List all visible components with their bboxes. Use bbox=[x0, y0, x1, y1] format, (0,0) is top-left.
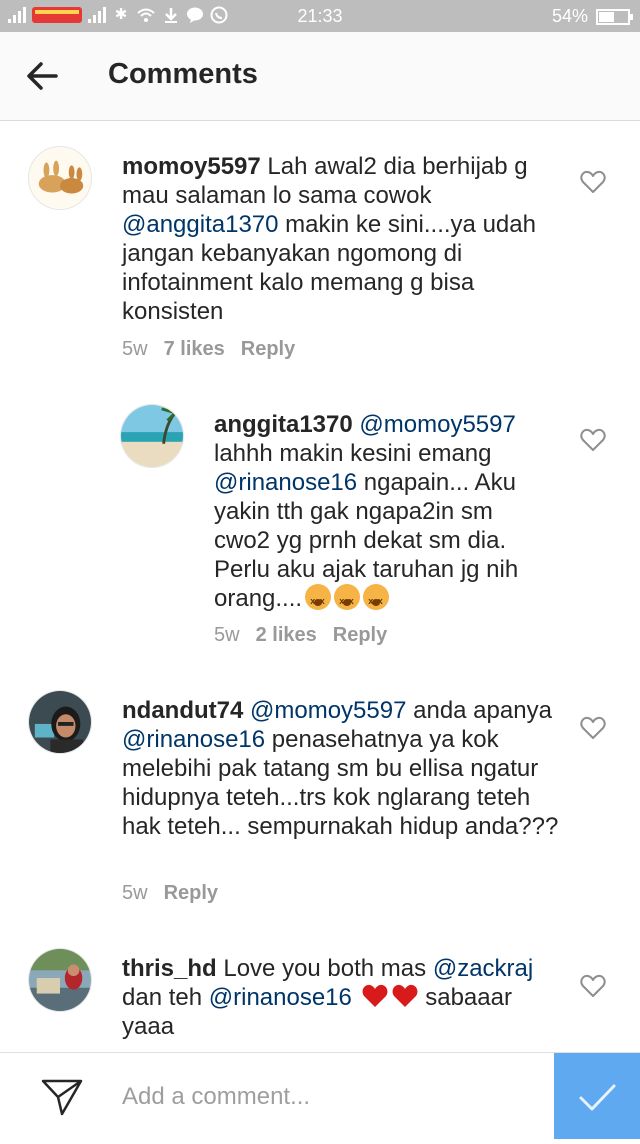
heart-icon[interactable] bbox=[580, 716, 606, 740]
astonished-emoji-icon bbox=[363, 584, 390, 616]
comment-text: Love you both mas bbox=[216, 955, 433, 982]
post-comment-button[interactable] bbox=[554, 1053, 640, 1139]
comment-meta: 5w Reply bbox=[122, 882, 234, 905]
mention-link[interactable]: @momoy5597 bbox=[250, 697, 406, 724]
mention-link[interactable]: @zackraj bbox=[433, 955, 533, 982]
comment-meta: 5w 2 likes Reply bbox=[214, 624, 403, 647]
astonished-emoji-icon bbox=[334, 584, 361, 616]
heart-icon[interactable] bbox=[580, 428, 606, 452]
battery-icon bbox=[596, 8, 633, 25]
comment-input[interactable] bbox=[120, 1075, 544, 1119]
mention-link[interactable]: @anggita1370 bbox=[122, 211, 279, 238]
comment-text: lahhh makin kesini emang bbox=[214, 440, 492, 467]
mention-link[interactable]: @momoy5597 bbox=[359, 411, 515, 438]
comment-time: 5w bbox=[122, 882, 148, 904]
comment-meta: 5w 7 likes Reply bbox=[122, 338, 311, 361]
status-time: 21:33 bbox=[297, 6, 343, 26]
comment-username[interactable]: anggita1370 bbox=[214, 411, 353, 438]
status-bar: ✱ 21:33 54% bbox=[0, 0, 640, 32]
reply-button[interactable]: Reply bbox=[333, 624, 387, 646]
avatar[interactable] bbox=[28, 690, 92, 754]
comment-time: 5w bbox=[214, 624, 240, 646]
red-heart-emoji-icon bbox=[362, 984, 388, 1007]
avatar[interactable] bbox=[120, 404, 184, 468]
battery-percent: 54% bbox=[551, 6, 588, 26]
likes-count[interactable]: 7 likes bbox=[164, 338, 225, 360]
avatar[interactable] bbox=[28, 146, 92, 210]
back-arrow-icon[interactable] bbox=[22, 56, 62, 96]
avatar-image bbox=[29, 949, 91, 1011]
avatar[interactable] bbox=[28, 948, 92, 1012]
likes-count[interactable]: 2 likes bbox=[256, 624, 317, 646]
mention-link[interactable]: @rinanose16 bbox=[122, 726, 265, 753]
comment-username[interactable]: thris_hd bbox=[122, 955, 217, 982]
avatar-image bbox=[29, 147, 91, 209]
checkmark-icon bbox=[579, 1084, 616, 1111]
comment-username[interactable]: momoy5597 bbox=[122, 153, 261, 180]
page-title: Comments bbox=[108, 58, 258, 90]
heart-icon[interactable] bbox=[580, 974, 606, 998]
top-app-bar: Comments bbox=[0, 32, 640, 121]
comment-body: anggita1370 @momoy5597 lahhh makin kesin… bbox=[214, 410, 554, 616]
astonished-emoji-icon bbox=[305, 584, 332, 616]
comment-text: anda apanya bbox=[406, 697, 552, 724]
mention-link[interactable]: @rinanose16 bbox=[214, 469, 357, 496]
comment-text: dan teh bbox=[122, 984, 209, 1011]
comment-body: thris_hd Love you both mas @zackraj dan … bbox=[122, 954, 562, 1041]
direct-send-icon[interactable] bbox=[40, 1077, 84, 1117]
comment-composer bbox=[0, 1052, 640, 1139]
red-heart-emoji-icon bbox=[392, 984, 418, 1007]
comment-body: momoy5597 Lah awal2 dia berhijab g mau s… bbox=[122, 152, 562, 326]
avatar-image bbox=[29, 691, 91, 753]
status-right-icons: 54% bbox=[551, 6, 633, 27]
comment-body: ndandut74 @momoy5597 anda apanya @rinano… bbox=[122, 696, 562, 841]
mention-link[interactable]: @rinanose16 bbox=[209, 984, 352, 1011]
comment-time: 5w bbox=[122, 338, 148, 360]
heart-icon[interactable] bbox=[580, 170, 606, 194]
comment-username[interactable]: ndandut74 bbox=[122, 697, 243, 724]
reply-button[interactable]: Reply bbox=[241, 338, 295, 360]
reply-button[interactable]: Reply bbox=[164, 882, 218, 904]
avatar-image bbox=[121, 405, 183, 467]
